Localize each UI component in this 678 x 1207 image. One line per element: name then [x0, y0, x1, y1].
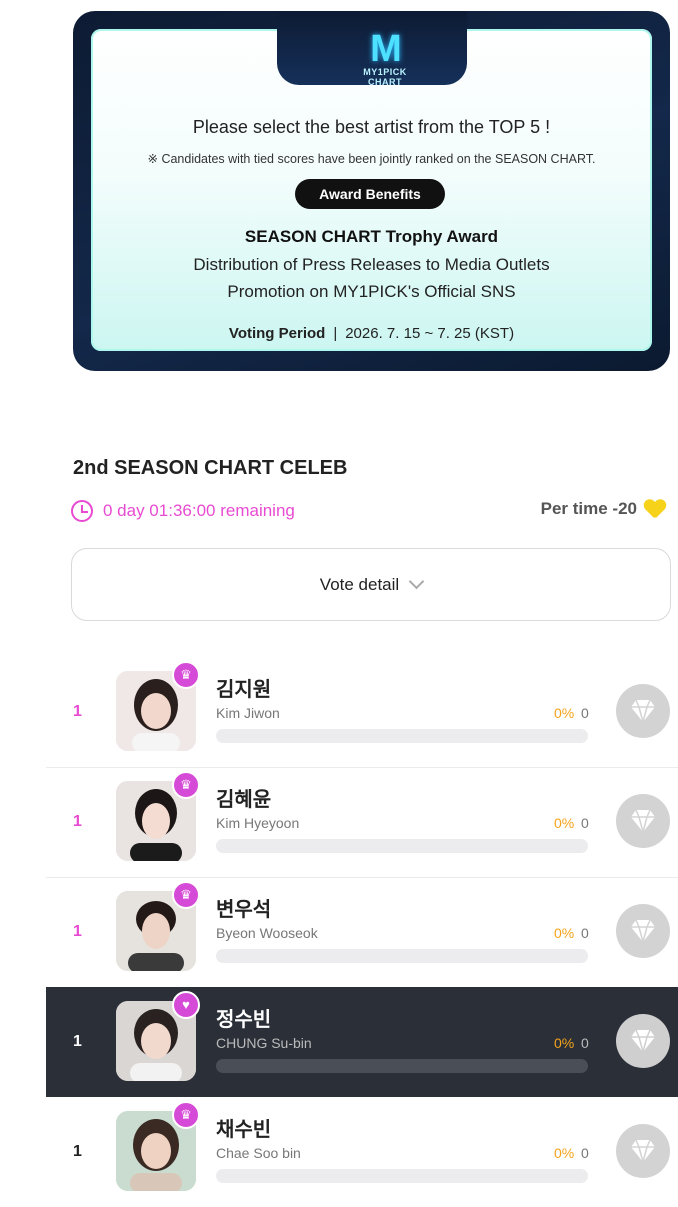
- diamond-icon: [631, 699, 655, 723]
- voting-period: Voting Period | 2026. 7. 15 ~ 7. 25 (KST): [73, 325, 670, 342]
- remaining-timer: 0 day 01:36:00 remaining: [71, 497, 295, 525]
- chart-title: 2nd SEASON CHART CELEB: [73, 457, 348, 479]
- award-benefits-badge: Award Benefits: [295, 179, 445, 209]
- heart-badge-icon: ♥: [172, 991, 200, 1019]
- ranking-row[interactable]: 1 ♛ 김혜윤 Kim Hyeyoon 0% 0: [46, 767, 678, 878]
- artist-name-english: Kim Jiwon: [216, 705, 280, 721]
- rank-number: 1: [73, 703, 82, 720]
- rank-number: 1: [73, 923, 82, 940]
- per-time-text: Per time -20: [540, 499, 637, 518]
- vote-count: 0: [581, 815, 589, 831]
- rank-number: 1: [73, 1033, 82, 1050]
- artist-name-english: Kim Hyeyoon: [216, 815, 300, 831]
- benefit-line-3: Promotion on MY1PICK's Official SNS: [227, 282, 516, 301]
- vote-button[interactable]: [616, 904, 670, 958]
- ranking-row[interactable]: 1 ♛ 변우석 Byeon Wooseok 0% 0: [46, 877, 678, 988]
- logo-text: MY1PICK CHART: [363, 67, 407, 87]
- rank-number: 1: [73, 1143, 82, 1160]
- artist-name-korean: 변우석: [216, 899, 272, 921]
- vote-button[interactable]: [616, 1124, 670, 1178]
- vote-percent: 0%: [554, 705, 575, 721]
- artist-name-english: Chae Soo bin: [216, 1145, 301, 1161]
- crown-icon: ♛: [172, 661, 200, 689]
- vote-count: 0: [581, 1035, 589, 1051]
- banner-note: ※ Candidates with tied scores have been …: [147, 152, 596, 166]
- vote-progress-bar: [216, 839, 588, 853]
- artist-name-korean: 김지원: [216, 679, 272, 701]
- ranking-row[interactable]: 1 ♛ 채수빈 Chae Soo bin 0% 0: [46, 1097, 678, 1207]
- vote-button[interactable]: [616, 684, 670, 738]
- my1pick-chart-logo: M MY1PICK CHART: [349, 28, 421, 87]
- vote-progress-bar: [216, 1169, 588, 1183]
- crown-icon: ♛: [172, 881, 200, 909]
- event-banner: M MY1PICK CHART Please select the best a…: [73, 11, 670, 371]
- heart-icon: [644, 498, 666, 520]
- vote-count: 0: [581, 1145, 589, 1161]
- artist-name-korean: 김혜윤: [216, 789, 272, 811]
- logo-mark: M: [370, 28, 402, 70]
- vote-progress-bar: [216, 729, 588, 743]
- vote-progress-bar: [216, 949, 588, 963]
- vote-percent: 0%: [554, 1145, 575, 1161]
- artist-name-korean: 채수빈: [216, 1119, 272, 1141]
- ranking-row[interactable]: 1 ♛ 김지원 Kim Jiwon 0% 0: [46, 657, 678, 768]
- artist-name-english: Byeon Wooseok: [216, 925, 318, 941]
- diamond-icon: [631, 919, 655, 943]
- vote-percent: 0%: [554, 925, 575, 941]
- voting-period-separator: |: [333, 325, 338, 342]
- chevron-down-icon: [408, 573, 425, 590]
- vote-percent: 0%: [554, 1035, 575, 1051]
- diamond-icon: [631, 1029, 655, 1053]
- vote-count: 0: [581, 705, 589, 721]
- vote-detail-label: Vote detail: [319, 574, 400, 594]
- clock-icon: [71, 500, 93, 522]
- diamond-icon: [631, 809, 655, 833]
- vote-progress-bar: [216, 1059, 588, 1073]
- vote-button[interactable]: [616, 794, 670, 848]
- vote-count: 0: [581, 925, 589, 941]
- benefit-line-1: SEASON CHART Trophy Award: [244, 227, 499, 246]
- crown-icon: ♛: [172, 771, 200, 799]
- per-time-cost: Per time -20: [541, 498, 666, 520]
- diamond-icon: [631, 1139, 655, 1163]
- artist-name-english: CHUNG Su-bin: [216, 1035, 312, 1051]
- vote-percent: 0%: [554, 815, 575, 831]
- vote-button[interactable]: [616, 1014, 670, 1068]
- voting-period-label: Voting Period: [228, 325, 326, 342]
- ranking-row-selected[interactable]: 1 ♥ 정수빈 CHUNG Su-bin 0% 0: [46, 987, 678, 1097]
- vote-detail-button[interactable]: Vote detail: [71, 548, 671, 621]
- remaining-text: 0 day 01:36:00 remaining: [103, 501, 295, 520]
- artist-name-korean: 정수빈: [216, 1009, 272, 1031]
- benefit-line-2: Distribution of Press Releases to Media …: [193, 255, 550, 274]
- voting-period-value: 2026. 7. 15 ~ 7. 25 (KST): [345, 325, 515, 342]
- banner-headline: Please select the best artist from the T…: [192, 117, 551, 137]
- crown-icon: ♛: [172, 1101, 200, 1129]
- rank-number: 1: [73, 813, 82, 830]
